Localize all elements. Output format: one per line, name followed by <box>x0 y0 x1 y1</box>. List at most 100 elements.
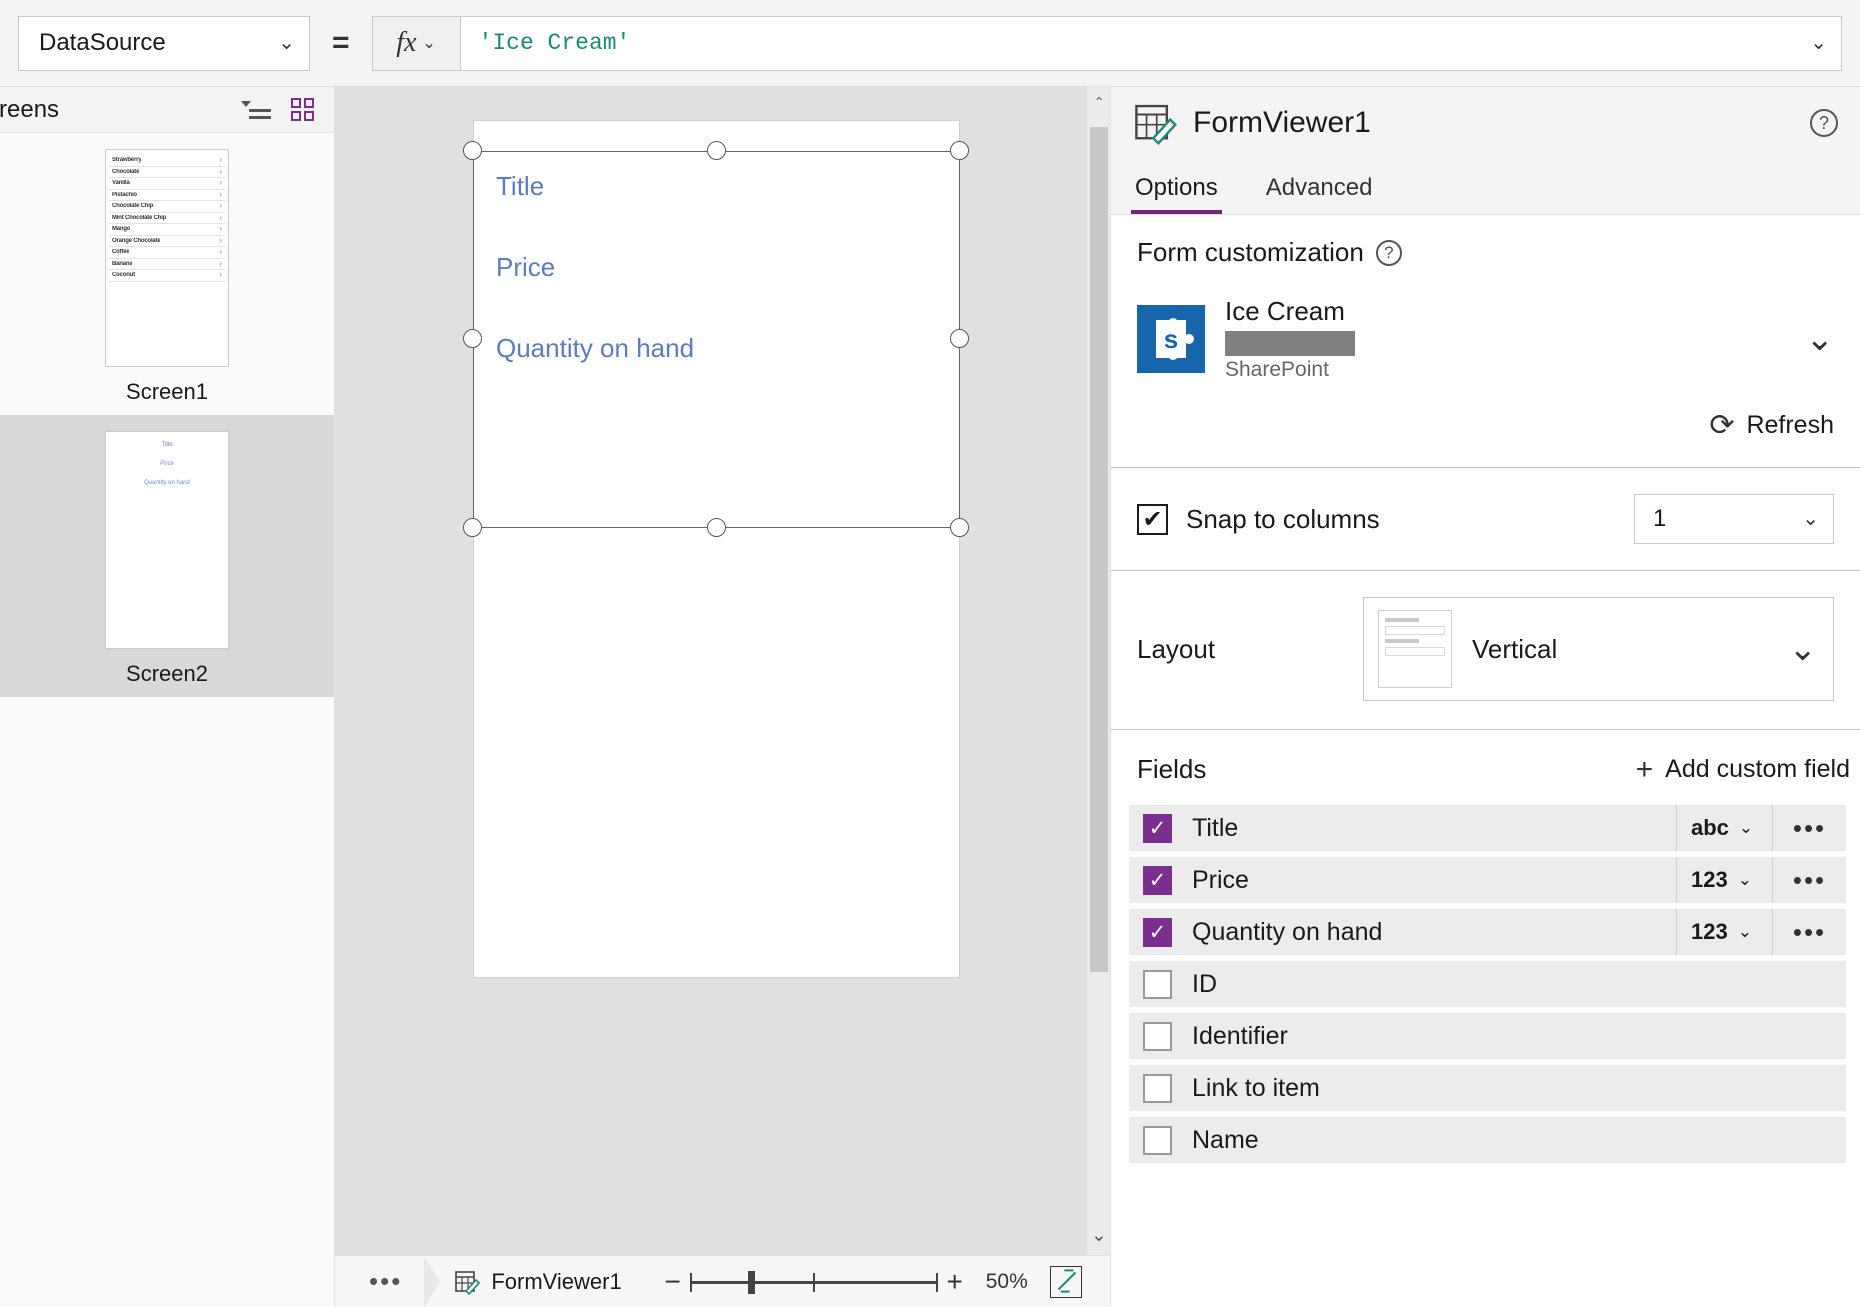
field-type-select[interactable]: 123⌄ <box>1676 909 1772 955</box>
thumbnail-gallery-row: Mint Chocolate Chip› <box>109 213 225 225</box>
chevron-down-icon: ⌄ <box>1738 870 1752 890</box>
chevron-down-icon: ⌄ <box>1789 629 1818 669</box>
chevron-right-icon: › <box>219 168 222 176</box>
breadcrumb-formviewer[interactable]: FormViewer1 <box>440 1269 621 1295</box>
panel-tabs: Options Advanced <box>1111 159 1860 215</box>
tree-view-icon[interactable] <box>241 98 271 122</box>
tab-options[interactable]: Options <box>1111 174 1242 214</box>
chevron-down-icon[interactable]: ⌄ <box>1810 33 1827 53</box>
resize-handle-bottom-left[interactable] <box>463 518 482 537</box>
sidebar-header: creens <box>0 87 334 133</box>
chevron-down-icon[interactable]: ⌄ <box>1806 319 1835 359</box>
form-icon <box>1133 101 1177 145</box>
chevron-down-icon: ⌄ <box>1739 818 1753 838</box>
zoom-out-button[interactable]: − <box>656 1266 690 1298</box>
help-icon[interactable]: ? <box>1376 240 1402 266</box>
add-custom-field-button[interactable]: + Add custom field <box>1636 755 1850 785</box>
zoom-in-button[interactable]: + <box>938 1266 972 1298</box>
formula-text: 'Ice Cream' <box>479 30 631 56</box>
field-checkbox[interactable]: ✓ <box>1143 918 1172 947</box>
thumbnail-gallery-row: Mango› <box>109 224 225 236</box>
zoom-slider[interactable] <box>690 1267 938 1297</box>
scrollbar-thumb[interactable] <box>1090 127 1108 972</box>
field-more-options-button[interactable]: ••• <box>1772 805 1846 851</box>
resize-handle-top-left[interactable] <box>463 141 482 160</box>
thumbnail-view-icon[interactable] <box>291 98 314 121</box>
scroll-up-icon[interactable]: ＾ <box>1087 87 1111 127</box>
refresh-label: Refresh <box>1746 411 1834 440</box>
thumbnail-gallery-label: Chocolate <box>112 169 139 175</box>
resize-handle-top-center[interactable] <box>707 141 726 160</box>
field-row[interactable]: Identifier <box>1129 1013 1846 1059</box>
layout-select[interactable]: Vertical ⌄ <box>1363 597 1834 701</box>
fit-to-window-icon[interactable] <box>1050 1266 1082 1298</box>
field-row[interactable]: ✓ Price123⌄••• <box>1129 857 1846 903</box>
chevron-right-icon: › <box>219 156 222 164</box>
field-checkbox[interactable] <box>1143 970 1172 999</box>
zoom-level-label: 50% <box>986 1270 1028 1294</box>
status-bar: ••• FormViewer1 − + 50% <box>335 1255 1110 1307</box>
properties-panel: FormViewer1 ? Options Advanced Form cust… <box>1110 87 1860 1307</box>
sidebar-item-screen2[interactable]: TitlePriceQuantity on hand Screen2 <box>0 415 334 697</box>
canvas-form-field-label[interactable]: Title <box>496 171 694 202</box>
field-checkbox[interactable]: ✓ <box>1143 866 1172 895</box>
field-row[interactable]: Link to item <box>1129 1065 1846 1111</box>
form-customization-section: Form customization ? s Ice Cream SharePo… <box>1111 215 1860 468</box>
chevron-right-icon: › <box>219 225 222 233</box>
field-more-options-button[interactable]: ••• <box>1772 857 1846 903</box>
field-row[interactable]: ✓ Quantity on hand123⌄••• <box>1129 909 1846 955</box>
field-checkbox[interactable]: ✓ <box>1143 814 1172 843</box>
field-type-value: abc <box>1691 815 1729 841</box>
sharepoint-icon: s <box>1137 305 1205 373</box>
thumbnail-gallery-row: Chocolate › <box>109 167 225 179</box>
zoom-slider-handle[interactable] <box>748 1271 755 1294</box>
field-type-select[interactable]: 123⌄ <box>1676 857 1772 903</box>
scroll-down-icon[interactable]: ⌄ <box>1087 1215 1111 1255</box>
canvas-scrollbar[interactable]: ＾ ⌄ <box>1086 87 1110 1255</box>
datasource-card[interactable]: s Ice Cream SharePoint ⌄ <box>1137 296 1834 382</box>
add-custom-field-label: Add custom field <box>1665 755 1850 784</box>
field-row[interactable]: Name <box>1129 1117 1846 1163</box>
field-row[interactable]: ID <box>1129 961 1846 1007</box>
columns-select[interactable]: 1 ⌄ <box>1634 494 1834 544</box>
thumbnail-form-label: Title <box>114 442 220 448</box>
resize-handle-middle-right[interactable] <box>950 329 969 348</box>
app-screen-canvas[interactable]: Title Price Quantity on hand <box>473 120 960 978</box>
screen1-label: Screen1 <box>0 379 334 405</box>
field-checkbox[interactable] <box>1143 1126 1172 1155</box>
resize-handle-top-right[interactable] <box>950 141 969 160</box>
canvas-area[interactable]: Title Price Quantity on hand ＾ ⌄ <box>335 87 1110 1255</box>
chevron-right-icon: › <box>219 248 222 256</box>
field-name: Price <box>1192 866 1676 895</box>
field-checkbox[interactable] <box>1143 1074 1172 1103</box>
datasource-type: SharePoint <box>1225 358 1786 382</box>
field-row[interactable]: ✓Titleabc⌄••• <box>1129 805 1846 851</box>
field-more-options-button[interactable]: ••• <box>1772 909 1846 955</box>
more-options-button[interactable]: ••• <box>335 1266 424 1297</box>
property-select[interactable]: DataSource ⌄ <box>18 16 310 71</box>
snap-to-columns-checkbox[interactable]: ✔ <box>1137 504 1168 535</box>
field-type-select[interactable]: abc ⌄ <box>1676 805 1772 851</box>
layout-row: Layout Vertical ⌄ <box>1111 571 1860 730</box>
help-icon[interactable]: ? <box>1810 109 1838 137</box>
refresh-button[interactable]: ⟳ Refresh <box>1137 408 1834 443</box>
form-icon <box>454 1269 480 1295</box>
resize-handle-middle-left[interactable] <box>463 329 482 348</box>
thumbnail-form-label: Quantity on hand <box>114 480 220 486</box>
screen2-label: Screen2 <box>0 661 334 687</box>
field-name: Quantity on hand <box>1192 918 1676 947</box>
datasource-account-redacted <box>1225 331 1355 356</box>
field-checkbox[interactable] <box>1143 1022 1172 1051</box>
fx-button[interactable]: fx ⌄ <box>372 16 460 71</box>
chevron-right-icon: › <box>219 191 222 199</box>
resize-handle-bottom-center[interactable] <box>707 518 726 537</box>
resize-handle-bottom-right[interactable] <box>950 518 969 537</box>
formula-input[interactable]: 'Ice Cream' ⌄ <box>460 16 1842 71</box>
field-name: ID <box>1192 970 1846 999</box>
sidebar-item-screen1[interactable]: Strawberry›Chocolate›Vanilla›Pistachio›C… <box>0 133 334 415</box>
canvas-form-field-label[interactable]: Price <box>496 252 694 283</box>
screen2-thumbnail: TitlePriceQuantity on hand <box>105 431 229 649</box>
refresh-icon: ⟳ <box>1709 408 1734 443</box>
tab-advanced[interactable]: Advanced <box>1242 174 1397 214</box>
canvas-form-field-label[interactable]: Quantity on hand <box>496 333 694 364</box>
